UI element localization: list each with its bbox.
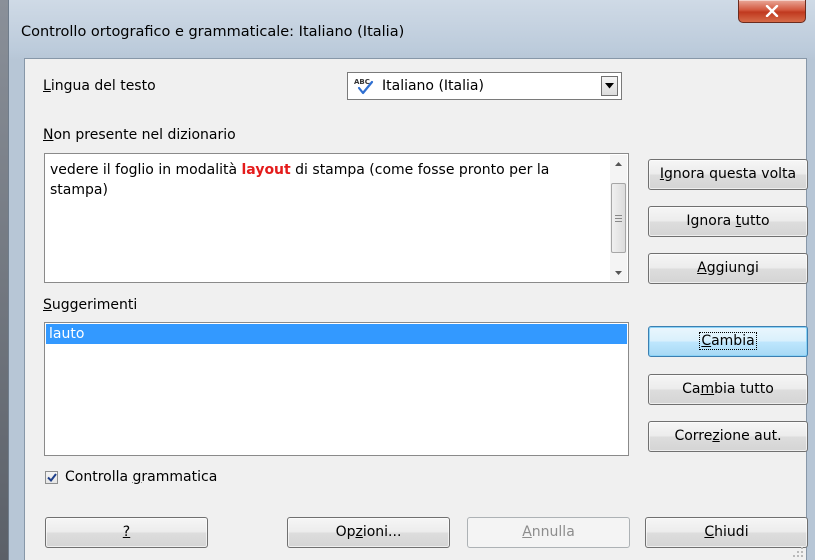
check-grammar-checkbox[interactable] [45,471,58,484]
sentence-text: vedere il foglio in modalità layout di s… [50,160,605,200]
spellcheck-abc-icon: ABC [354,78,374,95]
autocorrect-label: Correzione aut. [674,428,782,444]
dialog-client-area: Lingua del testo ABC Italiano (Italia) N… [24,58,808,560]
chevron-down-icon [605,83,614,89]
change-label: Cambia [699,332,757,350]
close-icon [765,5,779,17]
title-bar[interactable]: Controllo ortografico e grammaticale: It… [9,0,815,58]
close-window-button[interactable] [738,0,806,23]
sentence-text-before: vedere il foglio in modalità [50,162,242,178]
help-button[interactable]: ? [45,517,208,548]
window-title: Controllo ortografico e grammaticale: It… [21,24,405,40]
close-button[interactable]: Chiudi [645,517,808,548]
undo-label: Annulla [522,524,575,540]
svg-text:ABC: ABC [354,78,370,86]
ignore-all-label: Ignora tutto [686,213,770,229]
suggestions-list[interactable]: lauto [44,322,629,456]
scroll-up-button[interactable] [610,155,627,172]
options-button[interactable]: Opzioni... [287,517,450,548]
change-all-button[interactable]: Cambia tutto [648,374,808,405]
ignore-once-button[interactable]: Ignora questa volta [648,159,808,190]
checkmark-icon [46,473,57,482]
grip-icon [615,214,622,222]
textbox-scrollbar[interactable] [610,155,627,281]
misspelled-word[interactable]: layout [242,162,291,178]
language-dropdown-button[interactable] [601,76,618,96]
scroll-thumb[interactable] [611,183,626,253]
scroll-down-icon [615,270,622,275]
language-select[interactable]: ABC Italiano (Italia) [347,72,622,100]
add-label: Aggiungi [697,260,759,276]
ignore-once-label: Ignora questa volta [659,166,797,182]
close-label: Chiudi [704,524,749,540]
change-all-label: Cambia tutto [682,381,774,397]
not-in-dictionary-textbox[interactable]: vedere il foglio in modalità layout di s… [44,153,629,283]
check-grammar-label[interactable]: Controlla grammatica [65,469,217,485]
spellcheck-dialog: Controllo ortografico e grammaticale: It… [8,0,815,560]
autocorrect-button[interactable]: Correzione aut. [648,421,808,452]
language-label: Lingua del testo [43,78,156,94]
suggestion-item-selected[interactable]: lauto [46,324,627,344]
options-label: Opzioni... [335,524,402,540]
ignore-all-button[interactable]: Ignora tutto [648,206,808,237]
not-in-dictionary-label: Non presente nel dizionario [43,127,236,143]
undo-button[interactable]: Annulla [467,517,630,548]
change-button[interactable]: Cambia [648,326,808,357]
language-select-value: Italiano (Italia) [382,78,484,94]
suggestions-label: Suggerimenti [43,297,138,313]
help-text: ? [122,524,131,540]
desktop-backdrop [0,0,8,560]
scroll-up-icon [615,161,622,166]
resize-grip-icon[interactable] [792,546,804,558]
add-button[interactable]: Aggiungi [648,253,808,284]
scroll-down-button[interactable] [610,264,627,281]
help-label: ? [123,524,130,540]
